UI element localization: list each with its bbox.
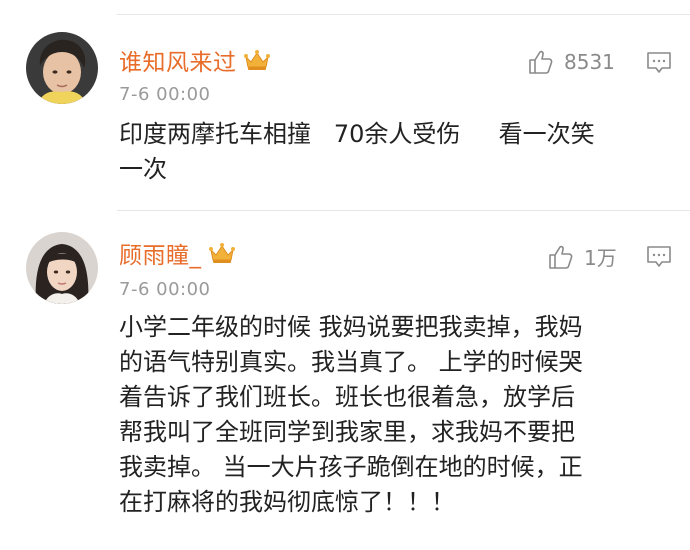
comment-text: 小学二年级的时候 我妈说要把我卖掉，我妈 的语气特别真实。我当真了。 上学的时候哭…: [119, 310, 679, 520]
avatar[interactable]: [26, 32, 98, 104]
avatar-image: [26, 32, 98, 104]
like-button[interactable]: 1万: [546, 242, 617, 271]
comment-item: 谁知风来过 7-6 00:00 8531 印度两摩托车相撞 70余人受伤 看一次…: [0, 16, 690, 208]
vip-crown-icon: [243, 50, 270, 70]
like-button[interactable]: 8531: [526, 48, 615, 76]
username-row: 顾雨瞳_: [119, 236, 236, 270]
comment-line: 在打麻将的我妈彻底惊了！！！: [119, 488, 455, 516]
username-row: 谁知风来过: [119, 43, 271, 77]
avatar[interactable]: [26, 232, 98, 304]
comment-reply-icon[interactable]: [646, 245, 672, 269]
like-count: 1万: [584, 246, 617, 270]
comment-item: 顾雨瞳_ 7-6 00:00 1万 小学二年级的时候 我妈说要把我卖掉，我妈 的语…: [0, 212, 690, 550]
comment-time: 7-6 00:00: [119, 279, 211, 300]
avatar-image: [26, 232, 98, 304]
username[interactable]: 顾雨瞳_: [119, 236, 202, 270]
comment-line: 小学二年级的时候 我妈说要把我卖掉，我妈: [119, 313, 583, 341]
comment-reply-icon[interactable]: [646, 51, 672, 75]
comment-line: 我卖掉。 当一大片孩子跪倒在地的时候，正: [119, 453, 583, 481]
comment-line: 的语气特别真实。我当真了。 上学的时候哭: [119, 348, 583, 376]
top-divider: [117, 14, 690, 15]
comment-divider: [117, 210, 690, 211]
comment-text: 印度两摩托车相撞 70余人受伤 看一次笑 一次: [119, 117, 669, 187]
comment-time: 7-6 00:00: [119, 84, 211, 105]
comment-line: 一次: [119, 155, 167, 183]
comment-line: 印度两摩托车相撞 70余人受伤 看一次笑: [119, 120, 595, 148]
username[interactable]: 谁知风来过: [119, 43, 237, 77]
thumbs-up-icon: [529, 50, 553, 74]
comment-line: 帮我叫了全班同学到我家里，求我妈不要把: [119, 418, 575, 446]
like-count: 8531: [564, 50, 615, 74]
thumbs-up-icon: [549, 245, 573, 269]
vip-crown-icon: [208, 243, 235, 263]
comment-line: 着告诉了我们班长。班长也很着急，放学后: [119, 383, 575, 411]
